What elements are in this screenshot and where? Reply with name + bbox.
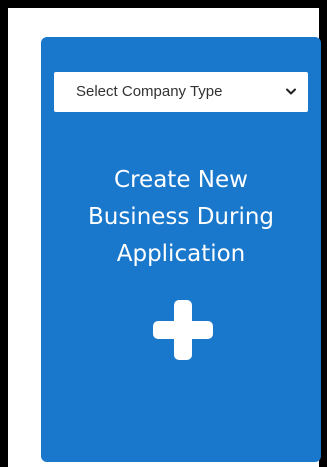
- create-business-card[interactable]: Select Company Type Create New Business …: [41, 37, 321, 462]
- window-frame: Select Company Type Create New Business …: [0, 0, 327, 467]
- plus-icon[interactable]: [153, 300, 213, 360]
- select-value: Select Company Type: [76, 83, 223, 100]
- company-type-select[interactable]: Select Company Type: [54, 72, 308, 112]
- chevron-down-icon: [286, 88, 296, 95]
- create-business-title: Create New Business During Application: [87, 167, 275, 267]
